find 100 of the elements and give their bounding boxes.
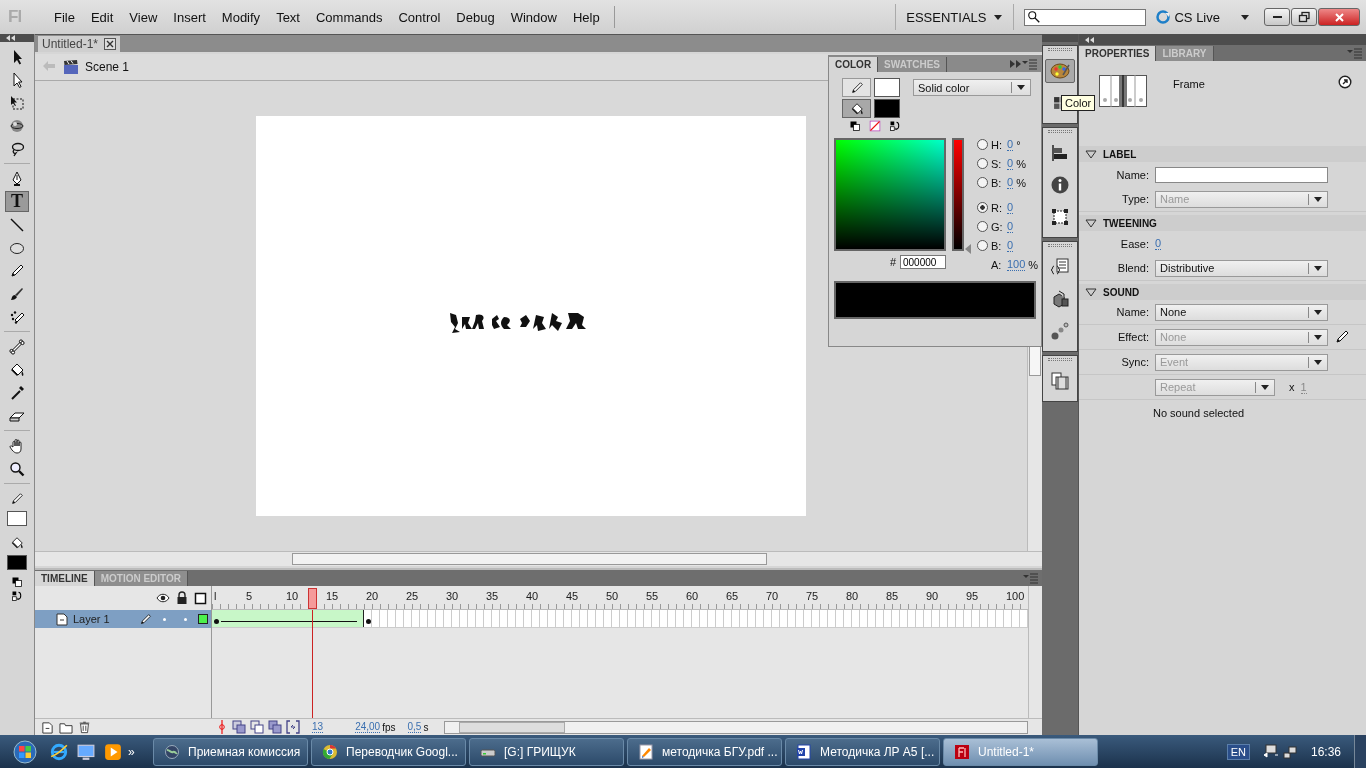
number-value[interactable]: 0: [1007, 201, 1014, 214]
menu-item[interactable]: Control: [390, 9, 449, 25]
onion-markers-icon[interactable]: [286, 720, 300, 734]
panel-menu-icon[interactable]: [1023, 572, 1038, 584]
menu-item[interactable]: Debug: [448, 9, 503, 25]
show-desktop-button[interactable]: [1354, 735, 1366, 768]
panel-tab[interactable]: COLOR: [829, 57, 879, 72]
no-color-icon[interactable]: [869, 120, 881, 132]
panel-menu-icon[interactable]: [1347, 47, 1362, 59]
color-type-dropdown[interactable]: Solid color: [913, 79, 1031, 96]
taskbar-button[interactable]: Методичка ЛР А5 [...: [785, 737, 940, 766]
horizontal-scrollbar[interactable]: [444, 720, 1028, 734]
dropdown[interactable]: Distributive: [1155, 259, 1328, 277]
pencil-icon[interactable]: [10, 491, 24, 506]
network-icon[interactable]: [1281, 743, 1298, 760]
edit-multiple-frames-icon[interactable]: [268, 720, 282, 734]
number-value[interactable]: 0: [1007, 157, 1014, 170]
frame-rate[interactable]: 24,00: [355, 721, 381, 733]
menu-item[interactable]: Window: [502, 9, 565, 25]
taskbar-button[interactable]: методичка БГУ.pdf ...: [627, 737, 782, 766]
menu-item[interactable]: Text: [268, 9, 308, 25]
menu-item[interactable]: Commands: [307, 9, 391, 25]
panel-menu-icon[interactable]: [1022, 58, 1037, 70]
disclosure-triangle-icon[interactable]: [1085, 287, 1097, 297]
panel-tab[interactable]: PROPERTIES: [1079, 46, 1157, 61]
disclosure-triangle-icon[interactable]: [1085, 218, 1097, 228]
section-header[interactable]: LABEL: [1079, 146, 1366, 162]
collapse-arrows-icon[interactable]: [1009, 59, 1022, 69]
number-value[interactable]: 100: [1007, 258, 1026, 271]
hex-field[interactable]: 000000: [900, 255, 946, 269]
eye-icon[interactable]: [156, 592, 170, 604]
desktop-launcher[interactable]: [74, 742, 98, 761]
tween-span[interactable]: [212, 610, 364, 627]
menu-item[interactable]: Edit: [82, 9, 122, 25]
horizontal-scrollbar[interactable]: [35, 551, 1042, 566]
menu-item[interactable]: Help: [564, 9, 608, 25]
swap-colors-icon[interactable]: [889, 120, 901, 132]
number-value[interactable]: 0: [1007, 138, 1014, 151]
radio-button[interactable]: [977, 202, 988, 213]
paint-bucket-icon[interactable]: [10, 535, 24, 550]
center-frame-icon[interactable]: [216, 720, 228, 734]
onion-skin-icon[interactable]: [232, 720, 246, 734]
workspace-switcher[interactable]: ESSENTIALS: [895, 4, 1015, 30]
more-button[interactable]: »: [128, 744, 150, 759]
arrow-circle-icon[interactable]: [1338, 75, 1352, 89]
scroll-thumb[interactable]: [459, 721, 566, 733]
number-value[interactable]: 0: [1007, 239, 1014, 252]
scroll-thumb[interactable]: [292, 553, 767, 565]
default-colors-icon[interactable]: [849, 120, 861, 132]
frame-ruler[interactable]: l 5 10 15 20 25 30 35 40 45 50 55 60 65 70 75 80 85 90 95 100: [212, 586, 1028, 610]
menu-item[interactable]: Insert: [165, 9, 214, 25]
disclosure-triangle-icon[interactable]: [1085, 149, 1097, 159]
stroke-color-swatch[interactable]: [874, 78, 900, 97]
text-field[interactable]: [1155, 166, 1328, 183]
fill-color-swatch[interactable]: [7, 555, 27, 570]
taskbar-button[interactable]: Переводчик Googl...: [311, 737, 466, 766]
lock-icon[interactable]: [175, 591, 189, 605]
current-frame[interactable]: 13: [312, 721, 324, 733]
radio-button[interactable]: [977, 158, 988, 169]
default-colors-icon[interactable]: [11, 576, 23, 588]
layer-row[interactable]: Layer 1: [35, 610, 211, 628]
onion-skin-outline-icon[interactable]: [250, 720, 264, 734]
radio-button[interactable]: [977, 177, 988, 188]
swap-colors-icon[interactable]: [11, 590, 23, 602]
document-tab[interactable]: Untitled-1*: [38, 36, 121, 52]
section-header[interactable]: SOUND: [1079, 284, 1366, 300]
stroke-color-button[interactable]: [842, 78, 871, 97]
radio-button[interactable]: [977, 139, 988, 150]
color-picker-field[interactable]: [834, 138, 946, 251]
outline-icon[interactable]: [194, 591, 207, 605]
number-value[interactable]: 0: [1007, 220, 1014, 233]
new-layer-icon[interactable]: [41, 720, 54, 734]
text-tool[interactable]: T: [5, 191, 29, 212]
restore-button[interactable]: [1291, 8, 1317, 26]
menu-item[interactable]: File: [46, 9, 83, 25]
fill-color-swatch[interactable]: [874, 99, 900, 118]
radio-button[interactable]: [977, 221, 988, 232]
trash-icon[interactable]: [78, 720, 91, 734]
minimize-button[interactable]: [1264, 8, 1290, 26]
number-value[interactable]: 0: [1007, 176, 1014, 189]
language-indicator[interactable]: EN: [1226, 743, 1250, 760]
layer-outline-color[interactable]: [198, 614, 208, 624]
menu-item[interactable]: Modify: [213, 9, 269, 25]
taskbar-button[interactable]: Приемная комиссия: [153, 737, 308, 766]
stroke-color-swatch[interactable]: [7, 511, 27, 526]
menu-item[interactable]: View: [121, 9, 166, 25]
clock[interactable]: 16:36: [1310, 744, 1341, 759]
slider-marker[interactable]: [965, 244, 971, 254]
search-field[interactable]: [1024, 8, 1147, 26]
radio-button[interactable]: [977, 240, 988, 251]
close-icon[interactable]: [104, 38, 117, 50]
panel-tab[interactable]: TIMELINE: [35, 571, 95, 586]
taskbar-button[interactable]: [G:] ГРИЩУК: [469, 737, 624, 766]
scene-label[interactable]: Scene 1: [85, 60, 130, 74]
dropdown-icon[interactable]: [1240, 13, 1250, 21]
scroll-thumb[interactable]: [1029, 346, 1041, 376]
number-value[interactable]: 0: [1155, 237, 1162, 250]
fill-color-button[interactable]: [842, 99, 871, 118]
dropdown[interactable]: None: [1155, 303, 1328, 321]
palette-button[interactable]: [1045, 59, 1075, 83]
